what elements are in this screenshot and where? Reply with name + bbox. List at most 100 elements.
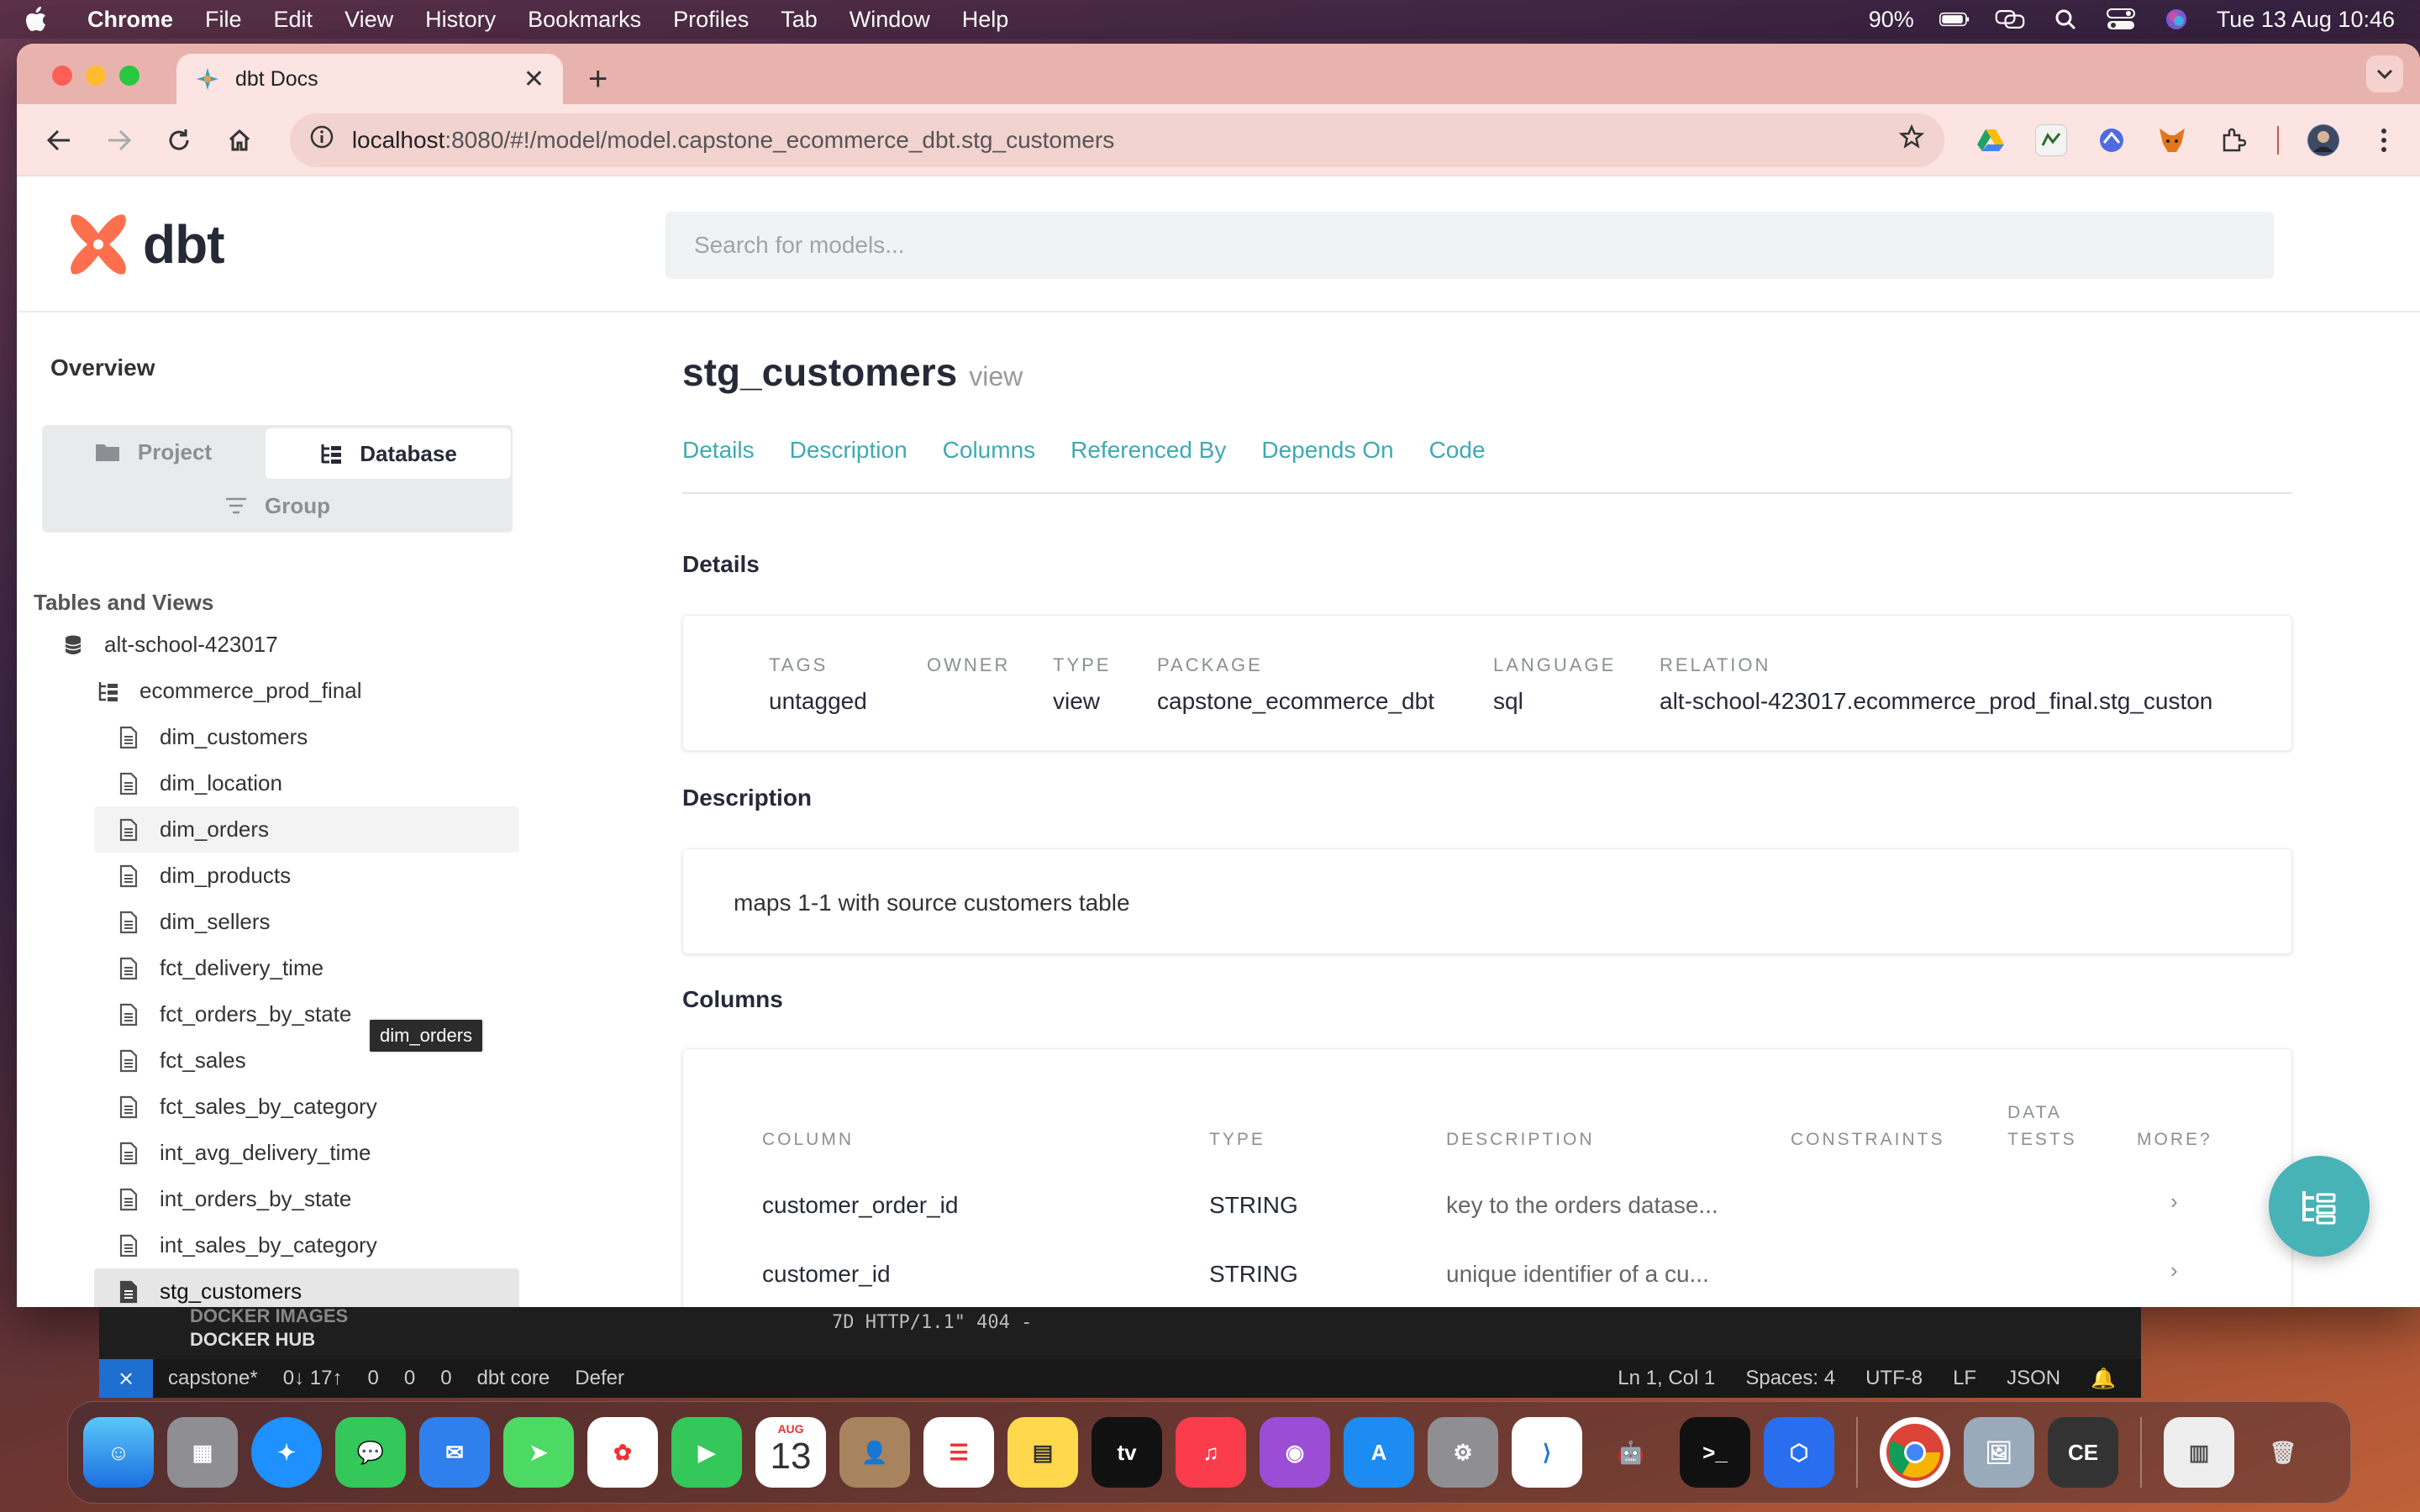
remote-indicator-icon[interactable]: ⨯ xyxy=(99,1359,153,1398)
expand-row-chevron-icon[interactable]: › xyxy=(2170,1257,2178,1284)
language-mode[interactable]: JSON xyxy=(2007,1367,2060,1391)
preview-icon[interactable]: 🖼 xyxy=(1964,1417,2034,1488)
tree-model[interactable]: dim_customers xyxy=(94,714,519,760)
apple-icon[interactable] xyxy=(25,6,49,33)
trash-icon[interactable]: 🗑 xyxy=(2248,1417,2318,1488)
tab-dbt-docs[interactable]: dbt Docs ✕ xyxy=(176,54,563,104)
menu-help[interactable]: Help xyxy=(962,7,1009,33)
nav-details[interactable]: Details xyxy=(682,437,755,464)
screen-mirroring-icon[interactable] xyxy=(1995,9,2025,29)
music-icon[interactable]: ♫ xyxy=(1176,1417,1246,1488)
menu-app-chrome[interactable]: Chrome xyxy=(87,7,173,33)
launchpad-icon[interactable]: ▦ xyxy=(167,1417,238,1488)
encoding[interactable]: UTF-8 xyxy=(1865,1367,1923,1391)
menu-history[interactable]: History xyxy=(425,7,496,33)
problems-errors[interactable]: 0 xyxy=(367,1367,378,1390)
control-center-icon[interactable] xyxy=(2106,8,2136,29)
extension-icon-2[interactable] xyxy=(2034,123,2067,156)
tree-model[interactable]: int_avg_delivery_time xyxy=(94,1130,519,1176)
profile-avatar[interactable] xyxy=(2307,123,2339,156)
tree-model[interactable]: dim_orders xyxy=(94,806,519,853)
cursor-position[interactable]: Ln 1, Col 1 xyxy=(1618,1367,1715,1391)
tree-model[interactable]: int_sales_by_category xyxy=(94,1222,519,1268)
tree-model[interactable]: dim_location xyxy=(94,760,519,806)
robot-app-icon[interactable]: 🤖 xyxy=(1596,1417,1666,1488)
maps-icon[interactable]: ➤ xyxy=(503,1417,574,1488)
project-tab[interactable]: Project xyxy=(42,425,264,479)
app-icon-blue[interactable]: ⬡ xyxy=(1764,1417,1834,1488)
extensions-puzzle-icon[interactable] xyxy=(2217,124,2249,156)
zoom-window-button[interactable] xyxy=(119,66,139,86)
indentation[interactable]: Spaces: 4 xyxy=(1745,1367,1835,1391)
terminal-icon[interactable]: >_ xyxy=(1680,1417,1750,1488)
new-tab-button[interactable]: + xyxy=(588,60,608,98)
battery-icon[interactable] xyxy=(1939,9,1970,29)
database-tab[interactable]: Database xyxy=(266,428,511,479)
docker-images-item[interactable]: DOCKER IMAGES xyxy=(190,1305,348,1327)
close-window-button[interactable] xyxy=(52,66,72,86)
menu-view[interactable]: View xyxy=(345,7,393,33)
tree-model[interactable]: dim_sellers xyxy=(94,899,519,945)
extension-icon-3[interactable] xyxy=(2096,124,2128,156)
chrome-menu-icon[interactable] xyxy=(2368,124,2400,156)
nav-depends-on[interactable]: Depends On xyxy=(1261,437,1393,464)
messages-icon[interactable]: 💬 xyxy=(335,1417,406,1488)
bookmark-star-icon[interactable] xyxy=(1898,123,1925,155)
expand-row-chevron-icon[interactable]: › xyxy=(2170,1189,2178,1215)
menu-clock[interactable]: Tue 13 Aug 10:46 xyxy=(2217,7,2395,33)
apple-tv-icon[interactable]: tv xyxy=(1092,1417,1162,1488)
tab-search-button[interactable] xyxy=(2366,55,2403,92)
reload-button[interactable] xyxy=(157,118,201,162)
tree-model[interactable]: fct_sales_by_category xyxy=(94,1084,519,1130)
dbt-core-status[interactable]: dbt core xyxy=(477,1367,550,1390)
nav-description[interactable]: Description xyxy=(790,437,908,464)
minimize-window-button[interactable] xyxy=(86,66,106,86)
problems-warnings[interactable]: 0 xyxy=(404,1367,415,1390)
system-settings-icon[interactable]: ⚙ xyxy=(1428,1417,1498,1488)
vscode-icon[interactable]: ⟩ xyxy=(1512,1417,1582,1488)
group-tab[interactable]: Group xyxy=(42,479,513,533)
menu-profiles[interactable]: Profiles xyxy=(673,7,749,33)
contacts-icon[interactable]: 👤 xyxy=(839,1417,910,1488)
metamask-fox-icon[interactable] xyxy=(2156,124,2188,156)
notifications-bell-icon[interactable]: 🔔 xyxy=(2091,1367,2116,1391)
tree-model-active[interactable]: stg_customers xyxy=(94,1268,519,1307)
menu-file[interactable]: File xyxy=(205,7,242,33)
home-button[interactable] xyxy=(218,118,261,162)
tree-model[interactable]: int_orders_by_state xyxy=(94,1176,519,1222)
tree-schema[interactable]: ecommerce_prod_final xyxy=(34,668,538,714)
ports[interactable]: 0 xyxy=(440,1367,451,1390)
close-tab-icon[interactable]: ✕ xyxy=(523,65,544,94)
defer-status[interactable]: Defer xyxy=(575,1367,624,1390)
menu-bookmarks[interactable]: Bookmarks xyxy=(528,7,641,33)
mail-icon[interactable]: ✉ xyxy=(419,1417,490,1488)
git-sync[interactable]: 0↓ 17↑ xyxy=(283,1367,343,1390)
siri-icon[interactable] xyxy=(2161,9,2191,29)
tree-model[interactable]: dim_products xyxy=(94,853,519,899)
nav-referenced-by[interactable]: Referenced By xyxy=(1071,437,1226,464)
finder-icon[interactable]: ☺ xyxy=(83,1417,154,1488)
tree-database[interactable]: alt-school-423017 xyxy=(34,622,538,668)
app-icon-ce[interactable]: CE xyxy=(2048,1417,2118,1488)
end-of-line[interactable]: LF xyxy=(1953,1367,1976,1391)
nav-code[interactable]: Code xyxy=(1429,437,1486,464)
dbt-logo[interactable]: dbt xyxy=(66,212,224,277)
site-info-icon[interactable] xyxy=(310,125,334,155)
menu-tab[interactable]: Tab xyxy=(781,7,818,33)
facetime-icon[interactable]: ▶ xyxy=(671,1417,742,1488)
menu-edit[interactable]: Edit xyxy=(274,7,313,33)
downloads-stack-icon[interactable]: ▥ xyxy=(2164,1417,2234,1488)
reminders-icon[interactable]: ☰ xyxy=(923,1417,994,1488)
overview-link[interactable]: Overview xyxy=(50,354,155,381)
back-button[interactable] xyxy=(37,118,81,162)
podcasts-icon[interactable]: ◉ xyxy=(1260,1417,1330,1488)
address-bar[interactable]: localhost :8080/#!/model/model.capstone_… xyxy=(289,113,1944,167)
app-store-icon[interactable]: A xyxy=(1344,1417,1414,1488)
lineage-graph-button[interactable] xyxy=(2269,1156,2370,1257)
tree-model[interactable]: fct_delivery_time xyxy=(94,945,519,991)
menu-window[interactable]: Window xyxy=(850,7,930,33)
git-branch[interactable]: capstone* xyxy=(168,1367,258,1390)
photos-icon[interactable]: ✿ xyxy=(587,1417,658,1488)
docker-hub-item[interactable]: DOCKER HUB xyxy=(190,1329,315,1351)
forward-button[interactable] xyxy=(97,118,141,162)
